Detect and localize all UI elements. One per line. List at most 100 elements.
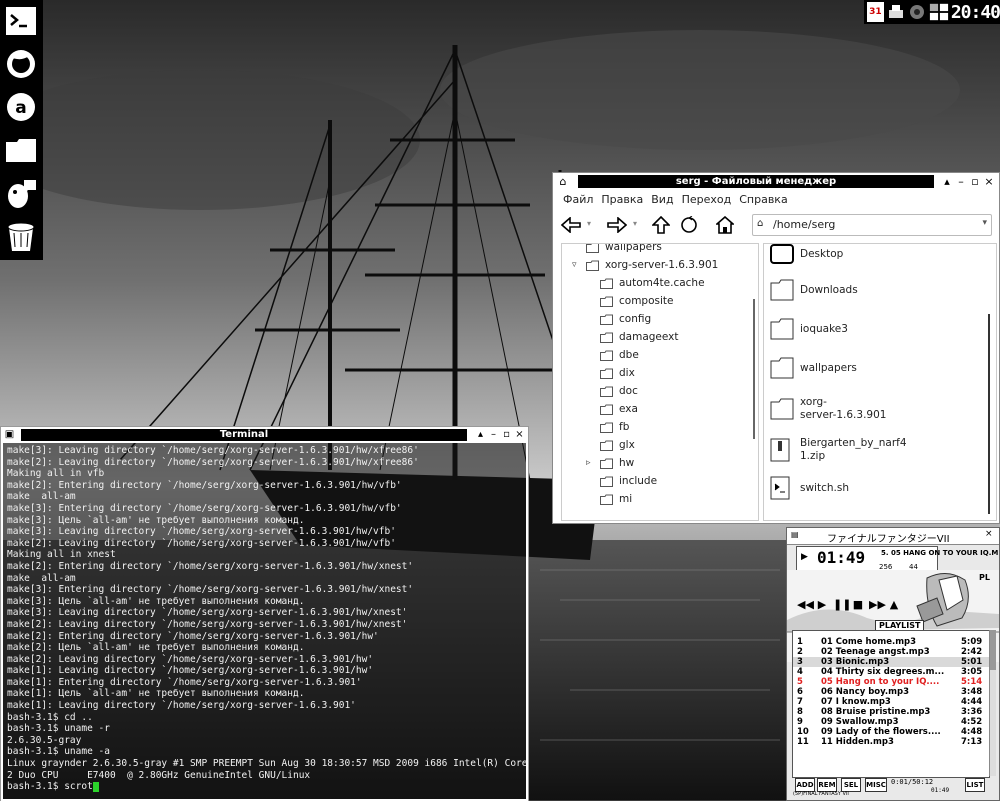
pidgin-icon[interactable] bbox=[3, 175, 39, 211]
tree-item[interactable]: mi bbox=[562, 490, 632, 508]
back-dropdown-icon[interactable]: ▾ bbox=[587, 219, 591, 228]
tree-item[interactable]: composite bbox=[562, 292, 673, 310]
folder-icon[interactable] bbox=[3, 132, 39, 168]
tree-expander-icon[interactable]: ▿ bbox=[572, 260, 584, 270]
menu-item[interactable]: Правка bbox=[601, 193, 643, 206]
window-titlebar[interactable]: ▣ Terminal ▴ – ▫ × bbox=[1, 427, 528, 443]
previous-button[interactable]: ◀◀ bbox=[797, 598, 814, 611]
bitrate: 256 bbox=[879, 563, 893, 571]
maximize-button[interactable]: ▫ bbox=[501, 428, 512, 442]
file-item[interactable]: switch.sh bbox=[770, 476, 849, 500]
tree-expander-icon[interactable]: ▹ bbox=[586, 458, 598, 468]
trash-icon[interactable] bbox=[3, 218, 39, 254]
eject-button[interactable]: ▲ bbox=[887, 598, 901, 611]
playlist-scroll-thumb[interactable] bbox=[990, 630, 996, 670]
minimize-button[interactable]: – bbox=[488, 428, 499, 442]
playlist-row[interactable]: 7 07 I know.mp3 4:44 bbox=[793, 697, 989, 707]
playlist-row[interactable]: 10 09 Lady of the flowers.... 4:48 bbox=[793, 727, 989, 737]
play-button[interactable]: ▶ bbox=[815, 598, 829, 611]
terminal-output[interactable]: make[3]: Leaving directory `/home/serg/x… bbox=[1, 443, 528, 801]
playlist-row[interactable]: 1 01 Come home.mp3 5:09 bbox=[793, 637, 989, 647]
shade-button[interactable]: ▴ bbox=[475, 428, 486, 442]
tree-item[interactable]: config bbox=[562, 310, 651, 328]
player-close-button[interactable]: × bbox=[985, 529, 993, 539]
location-dropdown-icon[interactable]: ▾ bbox=[982, 218, 987, 228]
select-button[interactable]: SEL bbox=[841, 778, 861, 792]
tree-item[interactable]: dix bbox=[562, 364, 635, 382]
tree-item[interactable]: damageext bbox=[562, 328, 679, 346]
mode-indicator: PL bbox=[979, 573, 990, 582]
file-view-scrollbar[interactable] bbox=[988, 314, 990, 514]
maximize-button[interactable]: ▫ bbox=[969, 175, 981, 188]
reload-icon[interactable] bbox=[677, 213, 701, 237]
file-item[interactable]: Biergarten_by_narf4 1.zip bbox=[770, 437, 907, 463]
playlist-row[interactable]: 5 05 Hang on to your IQ.... 5:14 bbox=[793, 677, 989, 687]
calendar-icon[interactable]: 31 bbox=[867, 2, 884, 22]
window-menu-icon[interactable]: ▣ bbox=[4, 428, 15, 442]
window-menu-icon[interactable]: ⌂ bbox=[557, 175, 569, 188]
playlist-row[interactable]: 6 06 Nancy boy.mp3 3:48 bbox=[793, 687, 989, 697]
close-button[interactable]: × bbox=[514, 428, 525, 442]
playlist-row[interactable]: 3 03 Bionic.mp3 5:01 bbox=[793, 657, 989, 667]
stop-button[interactable]: ■ bbox=[851, 598, 865, 611]
playlist-row[interactable]: 4 04 Thirty six degrees.m... 3:05 bbox=[793, 667, 989, 677]
tree-item[interactable]: ▹ hw bbox=[562, 454, 634, 472]
add-button[interactable]: ADD bbox=[795, 778, 815, 792]
printer-icon[interactable] bbox=[887, 2, 905, 22]
file-item[interactable]: Desktop bbox=[770, 244, 843, 264]
player-menu-icon[interactable]: ▤ bbox=[791, 530, 799, 539]
tree-item[interactable]: dbe bbox=[562, 346, 639, 364]
up-icon[interactable] bbox=[649, 213, 673, 237]
terminal-icon[interactable] bbox=[3, 3, 39, 39]
back-icon[interactable] bbox=[559, 213, 583, 237]
tree-item[interactable]: exa bbox=[562, 400, 638, 418]
clock[interactable]: 20:40 bbox=[951, 2, 1000, 23]
pause-button[interactable]: ❚❚ bbox=[833, 598, 851, 611]
file-item[interactable]: wallpapers bbox=[770, 357, 857, 379]
menu-item[interactable]: Файл bbox=[563, 193, 593, 206]
forward-dropdown-icon[interactable]: ▾ bbox=[633, 219, 637, 228]
window-titlebar[interactable]: ⌂ serg - Файловый менеджер ▴ – ▫ × bbox=[553, 173, 999, 190]
tree-item[interactable]: doc bbox=[562, 382, 638, 400]
playlist-scrollbar[interactable] bbox=[989, 630, 996, 776]
file-item[interactable]: ioquake3 bbox=[770, 318, 848, 340]
location-bar[interactable]: ⌂ /home/serg ▾ bbox=[752, 214, 992, 236]
tree-item[interactable]: include bbox=[562, 472, 657, 490]
workspace-switcher-icon[interactable] bbox=[929, 2, 949, 22]
menu-item[interactable]: Переход bbox=[682, 193, 732, 206]
menu-item[interactable]: Справка bbox=[739, 193, 787, 206]
tree-scrollbar[interactable] bbox=[753, 299, 755, 439]
shade-button[interactable]: ▴ bbox=[941, 175, 953, 188]
playlist-row[interactable]: 2 02 Teenage angst.mp3 2:42 bbox=[793, 647, 989, 657]
tree-item[interactable]: wallpapers bbox=[562, 244, 662, 256]
file-item[interactable]: xorg- server-1.6.3.901 bbox=[770, 396, 886, 422]
playlist-row[interactable]: 11 11 Hidden.mp3 7:13 bbox=[793, 737, 989, 747]
desktop-icon bbox=[770, 244, 796, 264]
tree-item[interactable]: autom4te.cache bbox=[562, 274, 705, 292]
location-input[interactable]: /home/serg bbox=[773, 218, 835, 231]
next-button[interactable]: ▶▶ bbox=[869, 598, 886, 611]
folder-icon bbox=[770, 357, 796, 379]
firefox-icon[interactable] bbox=[3, 46, 39, 82]
misc-button[interactable]: MISC bbox=[865, 778, 887, 792]
player-titlebar[interactable]: ▤ ファイナルファンタジーVII × bbox=[787, 528, 999, 545]
tree-item[interactable]: glx bbox=[562, 436, 635, 454]
file-item[interactable]: Downloads bbox=[770, 279, 858, 301]
remove-button[interactable]: REM bbox=[817, 778, 837, 792]
amarok-icon[interactable]: a bbox=[3, 89, 39, 125]
home-icon[interactable] bbox=[713, 213, 737, 237]
minimize-button[interactable]: – bbox=[955, 175, 967, 188]
close-button[interactable]: × bbox=[983, 175, 995, 188]
forward-icon[interactable] bbox=[605, 213, 629, 237]
list-button[interactable]: LIST bbox=[965, 778, 985, 792]
terminal-line: make[2]: Entering directory `/home/serg/… bbox=[7, 630, 379, 642]
playlist-row[interactable]: 9 09 Swallow.mp3 4:52 bbox=[793, 717, 989, 727]
track-duration: 4:48 bbox=[961, 727, 983, 737]
sample-rate: 44 bbox=[909, 563, 918, 571]
terminal-line: make all-am bbox=[7, 572, 76, 584]
playlist-row[interactable]: 8 08 Bruise pristine.mp3 3:36 bbox=[793, 707, 989, 717]
menu-item[interactable]: Вид bbox=[651, 193, 673, 206]
tree-item[interactable]: fb bbox=[562, 418, 629, 436]
volume-icon[interactable] bbox=[908, 2, 926, 22]
tree-item[interactable]: ▿ xorg-server-1.6.3.901 bbox=[562, 256, 718, 274]
